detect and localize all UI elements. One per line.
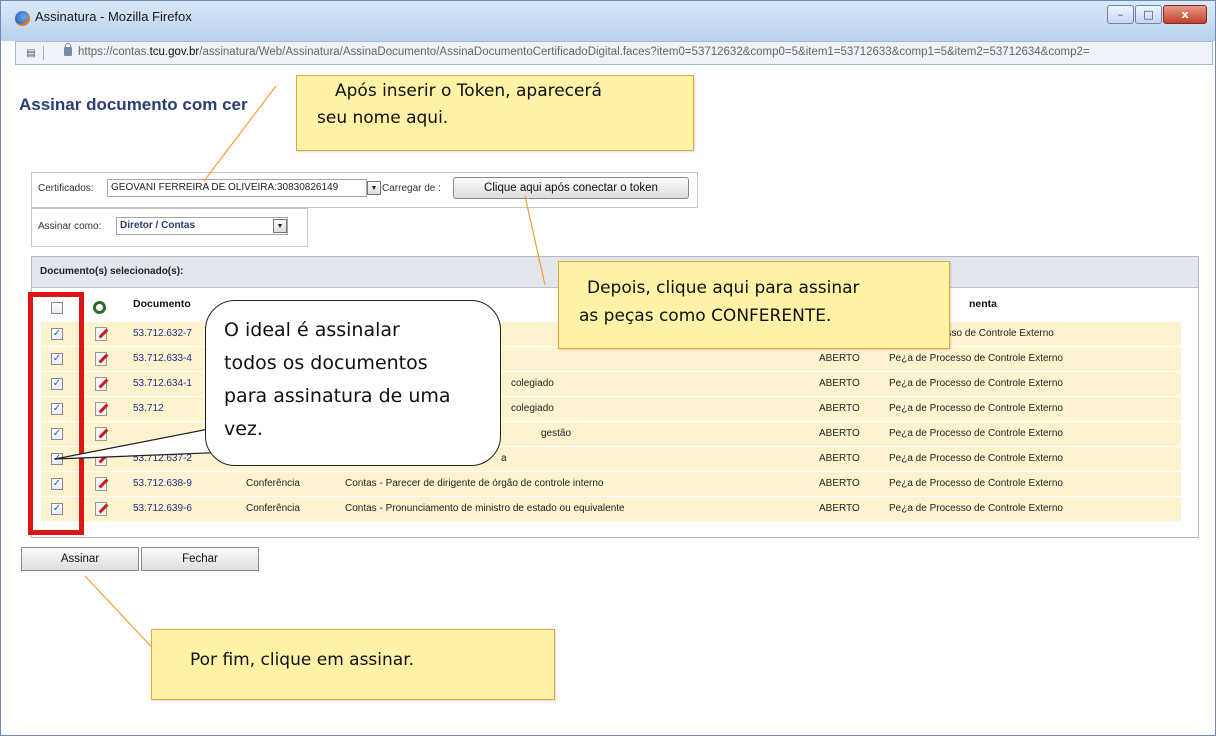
token-note-line: [203, 85, 277, 182]
final-note-line: [84, 575, 160, 656]
browser-window: Assinatura - Mozilla Firefox – □ x ▤ htt…: [0, 0, 1216, 736]
final-note-callout: Por fim, clique em assinar.: [151, 629, 555, 700]
click-note-line: [524, 195, 546, 286]
click-note-line2: as peças como CONFERENTE.: [579, 306, 832, 326]
bubble-line: para assinatura de uma: [224, 385, 451, 407]
token-note-line1: Após inserir o Token, aparecerá: [335, 81, 602, 101]
tip-speech-bubble: O ideal é assinalar todos os documentos …: [205, 300, 501, 466]
click-note-line1: Depois, clique aqui para assinar: [587, 278, 860, 298]
bubble-line: vez.: [224, 418, 263, 440]
token-note-line2: seu nome aqui.: [317, 108, 449, 128]
token-note-callout: Após inserir o Token, aparecerá seu nome…: [296, 75, 694, 151]
click-note-callout: Depois, clique aqui para assinar as peça…: [558, 261, 950, 349]
bubble-line: O ideal é assinalar: [224, 319, 400, 341]
bubble-line: todos os documentos: [224, 352, 428, 374]
